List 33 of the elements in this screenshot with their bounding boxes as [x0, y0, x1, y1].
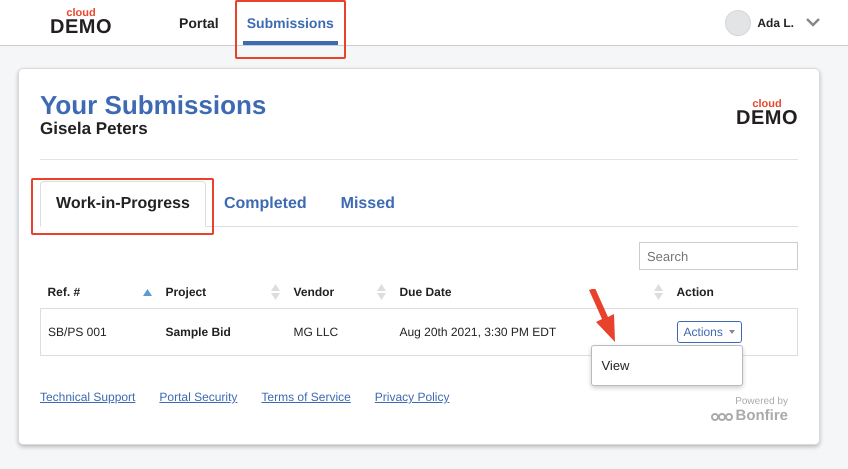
footer-link[interactable]: Portal Security: [159, 390, 238, 404]
footer-link[interactable]: Terms of Service: [261, 390, 351, 404]
tab[interactable]: Completed: [208, 181, 323, 227]
caret-icon: [728, 330, 735, 334]
table-cell: Sample Bid: [158, 308, 286, 356]
sort-ascending-icon[interactable]: [142, 288, 152, 296]
footer-link[interactable]: Privacy Policy: [374, 390, 450, 404]
user-subtitle: Gisela Peters: [40, 119, 149, 139]
tab[interactable]: Work-in-Progress: [40, 181, 206, 227]
search-field[interactable]: Search: [639, 242, 798, 270]
user-name[interactable]: Ada L.: [757, 16, 794, 30]
sort-icon[interactable]: [270, 284, 280, 300]
column-header[interactable]: Project: [166, 285, 206, 299]
avatar[interactable]: [725, 10, 752, 36]
powered-by-label: Powered by: [735, 396, 788, 407]
column-header[interactable]: Vendor: [294, 285, 334, 299]
footer-link[interactable]: Technical Support: [40, 390, 136, 404]
logo: cloud DEMO: [736, 99, 798, 128]
sort-icon[interactable]: [654, 284, 662, 300]
column-header[interactable]: Action: [676, 285, 714, 299]
nav-link[interactable]: Portal: [175, 0, 223, 45]
nav-link[interactable]: Submissions: [242, 0, 338, 45]
page-title: Your Submissions: [40, 91, 266, 119]
sort-icon[interactable]: [376, 284, 386, 300]
table-cell: SB/PS 001: [40, 308, 158, 356]
brand-name: Bonfire: [736, 407, 788, 424]
column-header[interactable]: Ref. #: [48, 285, 80, 299]
chevron-down-icon[interactable]: [806, 18, 820, 27]
column-header[interactable]: Due Date: [400, 285, 452, 299]
table-cell: MG LLC: [286, 308, 392, 356]
actions-dropdown[interactable]: Actions: [676, 321, 742, 343]
tab[interactable]: Missed: [324, 181, 411, 227]
logo[interactable]: cloud DEMO: [50, 0, 112, 45]
